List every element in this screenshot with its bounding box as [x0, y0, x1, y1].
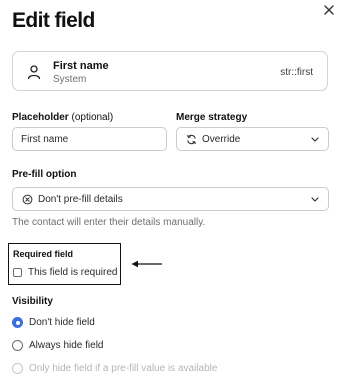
user-icon	[27, 65, 41, 80]
radio-always-hide[interactable]	[12, 340, 23, 351]
required-field-section: Required field This field is required	[8, 243, 121, 285]
required-checkbox[interactable]	[13, 268, 22, 277]
prefill-label: Pre-fill option	[12, 169, 77, 180]
circle-x-icon	[22, 194, 33, 205]
placeholder-optional-text: (optional)	[71, 112, 114, 123]
radio-hide-if-prefilled-label: Only hide field if a pre-fill value is a…	[29, 363, 218, 374]
prefill-hint: The contact will enter their details man…	[12, 217, 206, 228]
arrow-left-icon	[131, 260, 162, 268]
visibility-label: Visibility	[12, 296, 53, 307]
field-name: First name	[53, 60, 109, 72]
placeholder-input-value: First name	[21, 134, 69, 145]
prefill-select[interactable]: Don't pre-fill details	[12, 187, 329, 211]
placeholder-label-text: Placeholder	[12, 112, 69, 123]
dialog-title: Edit field	[12, 9, 95, 32]
prefill-value: Don't pre-fill details	[38, 194, 123, 205]
close-icon[interactable]	[322, 3, 336, 17]
chevron-down-icon	[311, 137, 319, 142]
required-checkbox-label[interactable]: This field is required	[28, 267, 117, 278]
placeholder-input[interactable]: First name	[12, 127, 167, 151]
chevron-down-icon	[311, 197, 319, 202]
merge-strategy-value: Override	[202, 134, 241, 145]
sync-icon	[187, 134, 196, 145]
field-key: str::first	[280, 67, 313, 78]
required-field-title: Required field	[13, 249, 74, 259]
field-source: System	[53, 74, 87, 85]
field-summary-card: First name System str::first	[12, 51, 328, 91]
placeholder-label: Placeholder (optional)	[12, 112, 113, 123]
merge-strategy-select[interactable]: Override	[176, 127, 329, 151]
radio-hide-if-prefilled	[12, 363, 23, 374]
radio-dont-hide-label[interactable]: Don't hide field	[29, 317, 95, 328]
radio-always-hide-label[interactable]: Always hide field	[29, 340, 103, 351]
radio-dont-hide[interactable]	[12, 317, 23, 328]
merge-strategy-label: Merge strategy	[176, 112, 248, 123]
